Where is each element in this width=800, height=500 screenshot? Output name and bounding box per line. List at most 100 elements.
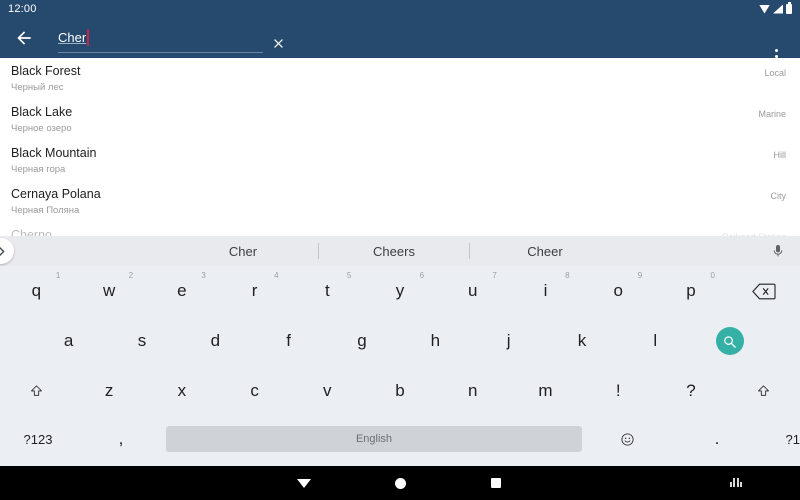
search-key-circle (715, 327, 744, 355)
key-label: ? (686, 381, 696, 400)
list-item-subtitle: Черная Поляна (11, 205, 80, 216)
microphone-icon (773, 245, 783, 257)
key-label: z (104, 381, 114, 400)
list-item[interactable]: Black Lake Черное озеро Marine (0, 99, 800, 140)
key-m[interactable]: m (509, 367, 582, 415)
key-backspace[interactable] (727, 267, 800, 315)
key-q[interactable]: 1 q (0, 267, 73, 315)
key-exclamation[interactable]: ! (582, 367, 655, 415)
key-shift-right[interactable] (727, 367, 800, 415)
clear-search-button[interactable] (267, 33, 289, 55)
key-label: w (102, 281, 116, 300)
on-screen-keyboard[interactable]: 1 q 2 w 3 e 4 r 5 t 6 y 7 u 8 i 9 o 0 p … (0, 266, 800, 466)
shift-icon (30, 384, 42, 396)
key-shift-left[interactable] (0, 367, 73, 415)
key-h[interactable]: h (399, 317, 472, 365)
backspace-icon (751, 283, 776, 299)
key-label: s (137, 331, 147, 350)
suggestion-strip: Cher Cheers Cheer (0, 236, 800, 267)
key-p[interactable]: 0 p (655, 267, 728, 315)
list-item-title: Cernaya Polana (11, 187, 101, 201)
nav-recents-button[interactable] (448, 466, 544, 500)
key-space[interactable]: English (166, 426, 582, 452)
list-item[interactable]: Black Forest Черный лес Local (0, 58, 800, 99)
expand-suggestions-button[interactable] (0, 238, 14, 264)
home-icon (394, 477, 406, 489)
search-input[interactable]: Cher (58, 24, 283, 53)
key-label: m (538, 381, 553, 400)
key-number-label: 5 (346, 271, 352, 280)
battery-icon (786, 2, 792, 14)
key-l[interactable]: l (619, 317, 692, 365)
list-item-subtitle: Черный лес (11, 82, 64, 93)
key-r[interactable]: 4 r (218, 267, 291, 315)
app-bar: Cher (0, 18, 800, 64)
search-results-list[interactable]: Black Forest Черный лес Local Black Lake… (0, 58, 800, 236)
key-y[interactable]: 6 y (364, 267, 437, 315)
status-icons (759, 2, 792, 14)
key-label: ! (615, 381, 621, 400)
key-b[interactable]: b (364, 367, 437, 415)
list-item-title: Black Forest (11, 64, 81, 78)
key-e[interactable]: 3 e (145, 267, 218, 315)
key-label: ?123 (23, 431, 53, 447)
key-label: g (357, 331, 367, 350)
key-number-label: 7 (492, 271, 497, 280)
key-x[interactable]: x (145, 367, 218, 415)
suggestion-item-0[interactable]: Cher (168, 244, 318, 259)
emoji-icon (620, 432, 634, 446)
key-i[interactable]: 8 i (509, 267, 582, 315)
list-item[interactable]: Black Mountain Черная гора Hill (0, 140, 800, 181)
key-period[interactable]: . (672, 415, 762, 463)
key-g[interactable]: g (325, 317, 398, 365)
key-c[interactable]: c (218, 367, 291, 415)
key-o[interactable]: 9 o (582, 267, 655, 315)
key-j[interactable]: j (472, 317, 545, 365)
nav-home-button[interactable] (352, 466, 448, 500)
list-item[interactable]: Cherno Railroad Station (0, 222, 800, 236)
key-label: i (543, 281, 548, 300)
key-question[interactable]: ? (655, 367, 728, 415)
key-label: a (63, 331, 74, 350)
keyboard-row-4: ?123 , English . ?123 (0, 416, 800, 462)
key-k[interactable]: k (545, 317, 618, 365)
text-caret (87, 29, 90, 46)
key-number-label: 0 (710, 271, 715, 280)
key-u[interactable]: 7 u (436, 267, 509, 315)
key-label: h (430, 331, 441, 350)
suggestion-item-2[interactable]: Cheer (470, 244, 620, 259)
app-root: 12:00 Cher Black Forest Черный лес Local… (0, 0, 800, 500)
key-a[interactable]: a (32, 317, 105, 365)
dismiss-keyboard-icon (297, 478, 311, 488)
key-emoji[interactable] (582, 415, 672, 463)
suggestion-item-1[interactable]: Cheers (319, 244, 469, 259)
key-f[interactable]: f (252, 317, 325, 365)
voice-input-button[interactable] (770, 243, 786, 259)
key-label: k (577, 331, 587, 350)
list-item-category: City (770, 191, 787, 201)
key-n[interactable]: n (436, 367, 509, 415)
signal-icon (773, 4, 783, 14)
key-w[interactable]: 2 w (73, 267, 146, 315)
list-item-title: Black Lake (11, 105, 73, 119)
key-label: x (177, 381, 187, 400)
key-label: n (468, 381, 478, 400)
key-z[interactable]: z (73, 367, 146, 415)
key-symbols-right[interactable]: ?123 (762, 415, 800, 463)
wifi-icon (759, 4, 770, 14)
key-label: r (251, 281, 258, 300)
nav-back-button[interactable] (256, 466, 352, 500)
keyboard-switch-icon (730, 482, 732, 487)
key-s[interactable]: s (105, 317, 178, 365)
list-item-subtitle: Черная гора (11, 164, 66, 175)
key-v[interactable]: v (291, 367, 364, 415)
key-search-enter[interactable] (692, 317, 768, 365)
list-item[interactable]: Cernaya Polana Черная Поляна City (0, 181, 800, 222)
key-t[interactable]: 5 t (291, 267, 364, 315)
keyboard-switch-button[interactable] (730, 478, 742, 487)
back-button[interactable] (0, 18, 48, 58)
list-item-category: Marine (758, 109, 786, 119)
key-symbols-left[interactable]: ?123 (0, 415, 76, 463)
key-comma[interactable]: , (76, 415, 166, 463)
key-d[interactable]: d (179, 317, 252, 365)
